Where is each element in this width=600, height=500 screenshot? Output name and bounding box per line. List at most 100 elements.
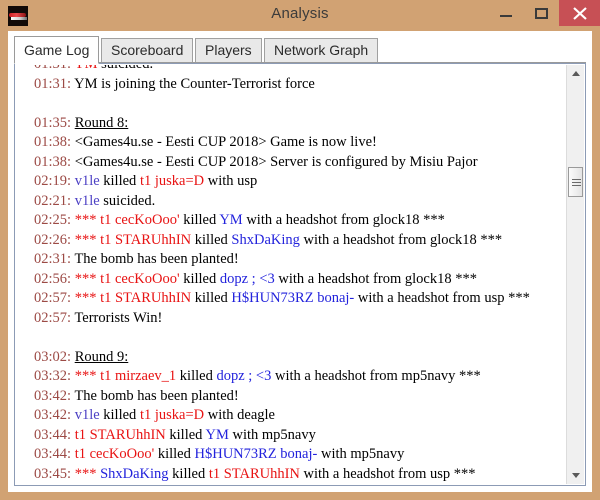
log-segment: The bomb has been planted! xyxy=(74,251,239,267)
log-timestamp: 03:32: xyxy=(34,368,72,384)
log-line: 02:19: v1le killed t1 juska=D with usp xyxy=(16,172,567,192)
log-line: 03:32: *** t1 mirzaev_1 killed dopz ; <3… xyxy=(16,367,567,387)
log-segment: *** xyxy=(74,231,101,248)
log-segment: killed xyxy=(191,290,232,306)
log-segment: *** xyxy=(74,270,101,287)
log-timestamp: 01:38: xyxy=(34,134,72,150)
log-timestamp: 02:21: xyxy=(34,192,72,209)
log-segment: dopz ; <3 xyxy=(219,270,275,287)
log-segment: v1le xyxy=(74,173,100,189)
log-line: 02:31: The bomb has been planted! xyxy=(16,250,567,270)
log-segment: The bomb has been planted! xyxy=(74,387,239,404)
log-segment: killed xyxy=(165,426,206,443)
log-line: 01:31: YM suicided. xyxy=(16,65,567,75)
log-timestamp: 02:25: xyxy=(34,212,72,228)
log-line: 02:57: Terrorists Win! xyxy=(16,309,567,329)
log-segment: t1 juska=D xyxy=(139,407,205,423)
log-segment: killed xyxy=(179,212,220,228)
log-timestamp: 03:02: xyxy=(34,348,72,365)
tab-scoreboard[interactable]: Scoreboard xyxy=(101,38,194,63)
log-segment: t1 juska=D xyxy=(139,173,205,189)
log-segment: v1le xyxy=(74,192,100,209)
log-segment: with a headshot from usp *** xyxy=(299,465,476,482)
log-line: 01:38: <Games4u.se - Eesti CUP 2018> Gam… xyxy=(16,133,567,153)
log-line: 03:44: t1 cecKoOoo' killed H$HUN73RZ bon… xyxy=(16,445,567,465)
log-segment: H$HUN73RZ bonaj- xyxy=(231,290,355,306)
log-segment: killed xyxy=(168,465,209,482)
log-timestamp: 03:42: xyxy=(34,387,72,404)
log-segment: with a headshot from usp *** xyxy=(354,290,530,306)
log-timestamp: 02:31: xyxy=(34,251,72,267)
log-line: 02:25: *** t1 cecKoOoo' killed YM with a… xyxy=(16,211,567,231)
log-segment: with usp xyxy=(204,173,258,189)
log-timestamp: 03:44: xyxy=(34,426,72,443)
log-spacer xyxy=(16,94,567,114)
log-timestamp: 03:45: xyxy=(34,465,72,482)
log-segment: with mp5navy xyxy=(228,426,316,443)
log-timestamp: 03:42: xyxy=(34,407,72,423)
log-segment: killed xyxy=(99,407,140,423)
log-line: 02:57: *** t1 STARUhhIN killed H$HUN73RZ… xyxy=(16,289,567,309)
tab-network-graph[interactable]: Network Graph xyxy=(264,38,379,63)
log-timestamp: 02:26: xyxy=(34,231,72,248)
scrollbar-thumb[interactable] xyxy=(568,167,583,197)
log-segment: t1 mirzaev_1 xyxy=(100,368,177,384)
log-timestamp: 02:57: xyxy=(34,290,72,306)
log-segment: with deagle xyxy=(204,407,275,423)
log-segment: <Games4u.se - Eesti CUP 2018> Server is … xyxy=(74,153,478,170)
log-segment: killed xyxy=(154,446,195,462)
log-line: 03:42: The bomb has been planted! xyxy=(16,387,567,407)
log-line: 03:45: *** ShxDaKing killed t1 STARUhhIN… xyxy=(16,465,567,485)
log-segment: with mp5navy xyxy=(317,446,405,462)
log-timestamp: 02:19: xyxy=(34,173,72,189)
log-line: 01:31: YM is joining the Counter-Terrori… xyxy=(16,75,567,95)
log-segment: dopz ; <3 xyxy=(216,368,272,384)
scroll-up-icon[interactable] xyxy=(567,65,584,82)
log-segment: killed xyxy=(99,173,140,189)
log-timestamp: 01:35: xyxy=(34,114,72,131)
log-line: 02:26: *** t1 STARUhhIN killed ShxDaKing… xyxy=(16,231,567,251)
log-timestamp: 01:31: xyxy=(34,65,71,72)
log-timestamp: 01:38: xyxy=(34,153,72,170)
log-segment: <Games4u.se - Eesti CUP 2018> Game is no… xyxy=(74,134,377,150)
log-segment: killed xyxy=(179,270,220,287)
log-segment: Round 8: xyxy=(74,114,129,131)
log-segment: *** xyxy=(74,212,101,228)
tab-label: Network Graph xyxy=(274,42,369,58)
log-segment: YM xyxy=(205,426,229,443)
maximize-button[interactable] xyxy=(528,0,556,26)
log-segment: suicided. xyxy=(99,192,156,209)
tab-players[interactable]: Players xyxy=(195,38,262,63)
log-segment: *** xyxy=(74,290,101,306)
scroll-down-icon[interactable] xyxy=(567,467,584,484)
log-segment: t1 STARUhhIN xyxy=(100,231,192,248)
client-area: Game Log Scoreboard Players Network Graph 0… xyxy=(8,31,592,492)
log-segment: killed xyxy=(191,231,232,248)
log-line: 03:44: t1 STARUhhIN killed YM with mp5na… xyxy=(16,426,567,446)
close-icon[interactable] xyxy=(559,0,600,26)
game-log-viewport[interactable]: 01:31: YM suicided.01:31: YM is joining … xyxy=(16,65,567,484)
log-segment: with a headshot from mp5navy *** xyxy=(271,368,481,384)
log-line: 03:02: Round 9: xyxy=(16,348,567,368)
log-segment: ShxDaKing xyxy=(100,465,169,482)
tab-game-log[interactable]: Game Log xyxy=(14,36,100,64)
log-segment: t1 STARUhhIN xyxy=(74,426,166,443)
game-log-text: 01:31: YM suicided.01:31: YM is joining … xyxy=(16,65,567,484)
log-segment: with a headshot from glock18 *** xyxy=(274,270,477,287)
log-line: 01:38: <Games4u.se - Eesti CUP 2018> Ser… xyxy=(16,153,567,173)
log-segment: H$HUN73RZ bonaj- xyxy=(194,446,318,462)
vertical-scrollbar[interactable] xyxy=(566,65,584,484)
log-timestamp: 03:44: xyxy=(34,446,72,462)
minimize-button[interactable] xyxy=(492,0,520,26)
log-timestamp: 02:56: xyxy=(34,270,72,287)
game-log-panel: 01:31: YM suicided.01:31: YM is joining … xyxy=(14,63,586,486)
log-segment: t1 STARUhhIN xyxy=(208,465,300,482)
log-segment: t1 STARUhhIN xyxy=(100,290,192,306)
log-line: 02:21: v1le suicided. xyxy=(16,192,567,212)
log-segment: ShxDaKing xyxy=(231,231,300,248)
tab-label: Scoreboard xyxy=(111,42,184,58)
title-bar[interactable]: Analysis xyxy=(0,0,600,31)
log-segment: YM xyxy=(74,65,97,72)
log-segment: YM is joining the Counter-Terrorist forc… xyxy=(74,75,315,92)
log-line: 03:42: v1le killed t1 juska=D with deagl… xyxy=(16,406,567,426)
